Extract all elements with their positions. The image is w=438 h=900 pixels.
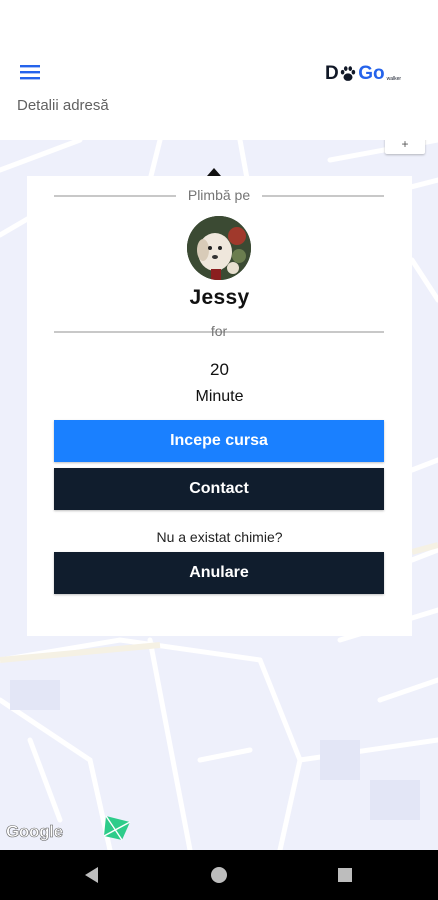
walk-details-card: Plimbă pe Jessy for 20 Minute Incepe cur… [27, 176, 412, 636]
duration-value: 20 [210, 360, 229, 379]
map-zoom-button[interactable]: + [385, 140, 425, 154]
page-subtitle: Detalii adresă [17, 97, 109, 114]
contact-button[interactable]: Contact [54, 468, 384, 510]
walk-by-divider: Plimbă pe [54, 186, 384, 206]
nav-home-button[interactable] [206, 862, 232, 888]
google-attribution: Google [6, 822, 64, 842]
nav-back-button[interactable] [79, 862, 105, 888]
hamburger-menu-icon [19, 63, 41, 81]
cancel-button[interactable]: Anulare [54, 552, 384, 594]
duration-unit: Minute [195, 388, 244, 405]
logo-letter-d: D [325, 63, 339, 84]
nav-home-icon [211, 867, 227, 883]
app-logo: D Go walker [325, 62, 401, 84]
dog-name: Jessy [189, 286, 250, 309]
nav-recents-button[interactable] [332, 862, 358, 888]
menu-button[interactable] [14, 56, 46, 88]
nav-recents-icon [338, 868, 352, 882]
logo-small-text: walker [386, 76, 402, 82]
logo-letters-go: Go [358, 63, 385, 84]
paw-icon [341, 66, 356, 81]
start-walk-button[interactable]: Incepe cursa [54, 420, 384, 462]
status-bar [0, 0, 438, 40]
system-nav-bar [0, 850, 438, 900]
divider-line-right [262, 195, 384, 197]
nav-back-icon [85, 867, 98, 883]
for-divider: for [54, 322, 384, 342]
dog-avatar [187, 216, 251, 280]
location-marker-icon[interactable] [100, 810, 134, 844]
app-bar: D Go walker Detalii adresă [0, 40, 438, 140]
for-label: for [210, 323, 228, 339]
no-chemistry-question: Nu a existat chimie? [156, 529, 283, 545]
